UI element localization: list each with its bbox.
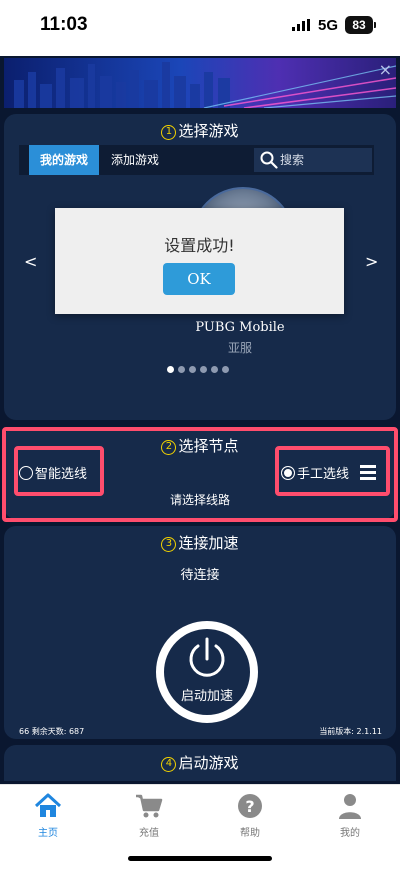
game-name: PUBG Mobile <box>195 320 285 335</box>
promo-banner[interactable]: × <box>4 58 396 108</box>
home-icon <box>34 793 62 817</box>
pagination-dot[interactable] <box>167 366 174 373</box>
app-version: 当前版本: 2.1.11 <box>319 727 382 736</box>
game-region: 亚服 <box>227 341 252 355</box>
launch-game-card[interactable]: 4 启动游戏 <box>4 745 396 781</box>
tab-home[interactable]: 主页 <box>18 793 78 839</box>
svg-text:?: ? <box>245 797 254 816</box>
user-icon <box>339 794 361 819</box>
pagination-dot[interactable] <box>200 366 207 373</box>
step-number-badge: 1 <box>161 125 177 140</box>
connect-title-text: 连接加速 <box>178 534 239 552</box>
connection-status: 待连接 <box>180 568 220 583</box>
tab-help-label: 帮助 <box>240 828 260 839</box>
tab-add-game[interactable]: 添加游戏 <box>111 145 159 175</box>
battery-icon: 83 <box>345 16 376 34</box>
search-icon <box>260 151 278 169</box>
status-bar: 11:03 5G 83 <box>0 0 400 56</box>
carousel-prev-button[interactable]: < <box>24 252 37 271</box>
carousel-next-button[interactable]: > <box>365 252 378 271</box>
days-remaining: 66 剩余天数: 687 <box>19 727 85 736</box>
start-acceleration-label: 启动加速 <box>180 689 233 704</box>
tab-recharge[interactable]: 充值 <box>119 793 179 839</box>
home-indicator[interactable] <box>128 856 272 861</box>
manual-route-highlight <box>275 446 390 496</box>
carousel-pagination <box>167 366 229 376</box>
tab-help[interactable]: ? 帮助 <box>220 793 280 839</box>
tab-recharge-label: 充值 <box>139 828 159 839</box>
power-icon <box>189 637 225 677</box>
search-box[interactable] <box>254 148 372 172</box>
tab-mine[interactable]: 我的 <box>320 793 380 839</box>
dialog-ok-button[interactable]: OK <box>163 263 235 295</box>
connect-card: 3 连接加速 待连接 启动加速 66 剩余天数: 687 当前版本: 2.1.11 <box>4 526 396 739</box>
banner-close-icon[interactable]: × <box>379 60 392 79</box>
city-skyline-graphic <box>14 62 396 108</box>
signal-icon <box>292 19 310 31</box>
smart-route-highlight <box>14 446 104 496</box>
step-number-badge: 4 <box>161 757 177 772</box>
start-acceleration-button[interactable]: 启动加速 <box>156 621 258 723</box>
dialog-message: 设置成功! <box>164 236 235 255</box>
network-label: 5G <box>318 17 339 34</box>
connect-title: 3 连接加速 <box>4 532 396 553</box>
search-input[interactable] <box>280 148 368 172</box>
step-number-badge: 3 <box>161 537 177 552</box>
status-time: 11:03 <box>40 14 88 35</box>
help-icon: ? <box>238 794 262 818</box>
tab-home-label: 主页 <box>38 828 58 839</box>
pagination-dot[interactable] <box>178 366 185 373</box>
pagination-dot[interactable] <box>211 366 218 373</box>
launch-game-title-text: 启动游戏 <box>178 754 239 772</box>
pagination-dot[interactable] <box>189 366 196 373</box>
select-game-title: 1 选择游戏 <box>4 120 396 141</box>
pagination-dot[interactable] <box>222 366 229 373</box>
launch-game-title: 4 启动游戏 <box>4 752 396 773</box>
game-tabs: 我的游戏 添加游戏 <box>19 145 374 175</box>
select-game-title-text: 选择游戏 <box>178 122 239 140</box>
success-dialog: 设置成功! OK <box>55 208 344 314</box>
tab-my-games[interactable]: 我的游戏 <box>29 145 99 175</box>
tab-mine-label: 我的 <box>340 828 360 839</box>
cart-icon <box>136 794 163 818</box>
